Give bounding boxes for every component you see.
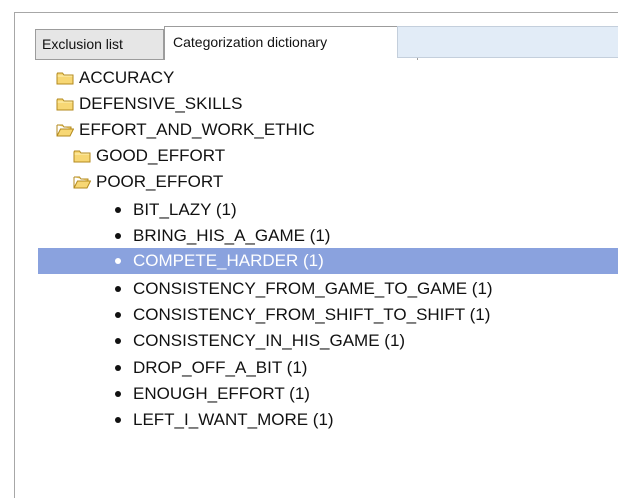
tree-node-defensive-skills[interactable]: DEFENSIVE_SKILLS xyxy=(0,91,618,117)
bullet-icon xyxy=(115,391,121,397)
tree-node-effort-and-work-ethic[interactable]: EFFORT_AND_WORK_ETHIC xyxy=(0,117,618,143)
tree-entry-consistency-in-his-game[interactable]: CONSISTENCY_IN_HIS_GAME (1) xyxy=(0,328,618,354)
tree-entry-label: ENOUGH_EFFORT (1) xyxy=(133,384,310,403)
tree-node-label: ACCURACY xyxy=(79,68,175,87)
folder-closed-icon xyxy=(56,72,74,85)
folder-open-icon xyxy=(73,176,91,189)
tree-node-accuracy[interactable]: ACCURACY xyxy=(0,65,618,91)
tree-node-label: EFFORT_AND_WORK_ETHIC xyxy=(79,120,315,139)
tree-node-label: POOR_EFFORT xyxy=(96,172,224,191)
tree-entry-consistency-from-shift-to-shift[interactable]: CONSISTENCY_FROM_SHIFT_TO_SHIFT (1) xyxy=(0,302,618,328)
folder-closed-icon xyxy=(73,150,91,163)
tree-entry-bring-his-a-game[interactable]: BRING_HIS_A_GAME (1) xyxy=(0,223,618,249)
tree-node-good-effort[interactable]: GOOD_EFFORT xyxy=(0,143,618,169)
folder-open-icon xyxy=(56,124,74,137)
tree-entry-label: DROP_OFF_A_BIT (1) xyxy=(133,358,308,377)
tree-entry-label: CONSISTENCY_IN_HIS_GAME (1) xyxy=(133,331,406,350)
tree-entry-label: CONSISTENCY_FROM_SHIFT_TO_SHIFT (1) xyxy=(133,305,491,324)
tree-entry-consistency-from-game-to-game[interactable]: CONSISTENCY_FROM_GAME_TO_GAME (1) xyxy=(0,276,618,302)
bullet-icon xyxy=(115,286,121,292)
tree-node-label: GOOD_EFFORT xyxy=(96,146,226,165)
tree-entry-label: LEFT_I_WANT_MORE (1) xyxy=(133,410,334,429)
tree-entry-label: CONSISTENCY_FROM_GAME_TO_GAME (1) xyxy=(133,279,493,298)
bullet-icon xyxy=(115,207,121,213)
tree-entry-left-i-want-more[interactable]: LEFT_I_WANT_MORE (1) xyxy=(0,407,618,433)
tree-entry-compete-harder[interactable]: COMPETE_HARDER (1) xyxy=(38,248,618,274)
tree-entry-enough-effort[interactable]: ENOUGH_EFFORT (1) xyxy=(0,381,618,407)
tree-entry-label: BIT_LAZY (1) xyxy=(133,200,237,219)
tree-node-label: DEFENSIVE_SKILLS xyxy=(79,94,243,113)
tree-entry-label: BRING_HIS_A_GAME (1) xyxy=(133,226,331,245)
folder-closed-icon xyxy=(56,98,74,111)
tree-node-poor-effort[interactable]: POOR_EFFORT xyxy=(0,169,618,195)
bullet-icon xyxy=(115,258,121,264)
tree-entry-bit-lazy[interactable]: BIT_LAZY (1) xyxy=(0,197,618,223)
category-tree: ACCURACY DEFENSIVE_SKILLS EFFORT_AND_WOR… xyxy=(0,0,618,498)
bullet-icon xyxy=(115,233,121,239)
tree-entry-label: COMPETE_HARDER (1) xyxy=(133,251,324,270)
bullet-icon xyxy=(115,417,121,423)
tree-entry-drop-off-a-bit[interactable]: DROP_OFF_A_BIT (1) xyxy=(0,355,618,381)
bullet-icon xyxy=(115,312,121,318)
bullet-icon xyxy=(115,338,121,344)
bullet-icon xyxy=(115,365,121,371)
